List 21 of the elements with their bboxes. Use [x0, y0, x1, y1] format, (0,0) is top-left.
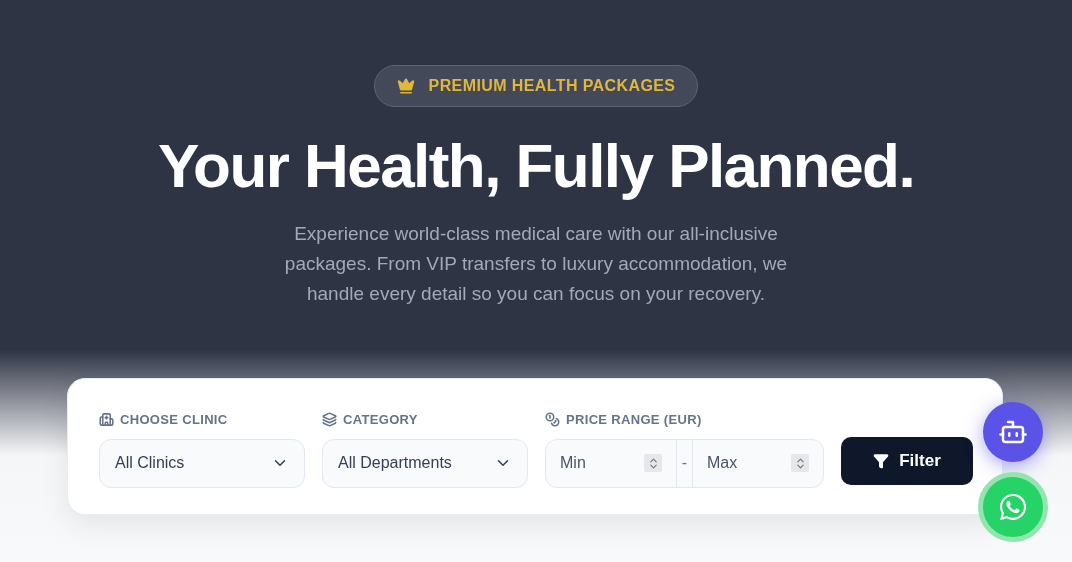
number-field[interactable]: Min [560, 451, 640, 475]
filter-icon [873, 453, 890, 469]
crown-icon [396, 77, 415, 95]
field-label: PRICE RANGE (EUR) [566, 411, 702, 429]
hero-title: Your Health, Fully Planned. [157, 130, 915, 202]
range-separator: - [676, 439, 693, 487]
premium-badge: PREMIUM HEALTH PACKAGES [373, 65, 699, 107]
field-label: CHOOSE CLINIC [120, 411, 228, 429]
select-field[interactable]: All Clinics [99, 438, 305, 488]
layers-icon [322, 412, 337, 428]
hero-subtitle: Experience world-class medical care with our all-inclusive packages. From VIP transfers to luxury accommodation, we handle every detail so you can focus on your recovery. [283, 222, 789, 307]
number-field[interactable]: Max [707, 451, 787, 475]
filter-button[interactable]: Filter [841, 437, 973, 485]
spinner-icon[interactable] [791, 454, 809, 472]
field-label: CATEGORY [343, 411, 418, 429]
chatbot-button[interactable] [983, 402, 1043, 462]
spinner-icon[interactable] [644, 454, 662, 472]
coins-icon [545, 412, 560, 428]
whatsapp-icon [998, 492, 1028, 522]
hospital-icon [99, 412, 114, 428]
select-field[interactable]: All Departments [322, 438, 528, 488]
